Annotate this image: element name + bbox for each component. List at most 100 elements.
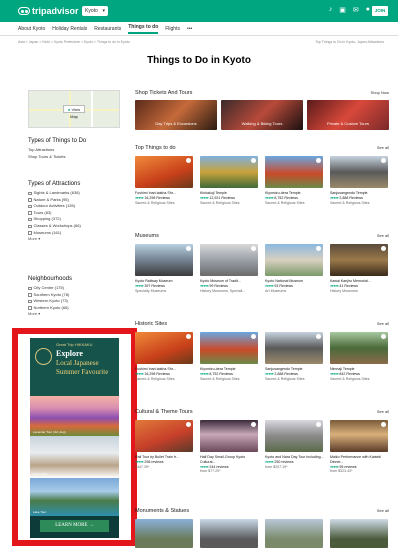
- heart-icon[interactable]: [316, 334, 321, 339]
- card-image[interactable]: [200, 332, 258, 364]
- breadcrumb-trail[interactable]: Asia > Japan > Kinki > Kyoto Prefecture …: [18, 40, 130, 44]
- heart-icon[interactable]: [251, 246, 256, 251]
- city-dropdown[interactable]: Kyoto ▾: [82, 6, 108, 16]
- card-image[interactable]: [200, 420, 258, 452]
- attraction-card[interactable]: Fushimi Inari-taisha Shr... ●●●●● 16,298 …: [135, 367, 195, 381]
- attraction-card[interactable]: Kinkakuji Temple ●●●●● 12,921 Reviews Sacr…: [200, 191, 260, 205]
- nav-item-holiday-rentals[interactable]: Holiday Rentals: [52, 26, 87, 32]
- heart-icon[interactable]: [251, 334, 256, 339]
- card-image[interactable]: [265, 519, 323, 548]
- heart-icon[interactable]: [316, 158, 321, 163]
- tour-card[interactable]: Maiko Performance with Kaiseki Dinner...…: [330, 455, 390, 474]
- card-image[interactable]: [330, 156, 388, 188]
- card-image[interactable]: [265, 420, 323, 452]
- see-all-link[interactable]: See all: [377, 321, 389, 327]
- card-image[interactable]: [200, 244, 258, 276]
- attraction-filter[interactable]: Shopping (372): [28, 216, 123, 223]
- suitcase-icon[interactable]: ▣: [339, 6, 346, 14]
- type-item[interactable]: Shop Tours & Tickets: [28, 154, 123, 161]
- tile-private-tours[interactable]: Private & Custom Tours: [307, 100, 389, 130]
- shop-now-link[interactable]: Shop Now: [371, 90, 389, 96]
- tour-card[interactable]: Half Day Small-Group Kyoto Cultural... ●●…: [200, 455, 260, 474]
- card-image[interactable]: [265, 156, 323, 188]
- map-thumbnail[interactable]: ● View Map: [28, 90, 120, 128]
- attraction-filter[interactable]: Sights & Landmarks (638): [28, 190, 123, 197]
- card-image[interactable]: [135, 332, 193, 364]
- mail-icon[interactable]: ✉: [353, 6, 359, 14]
- heart-icon[interactable]: [381, 246, 386, 251]
- checkbox[interactable]: [28, 224, 32, 229]
- advertisement-banner[interactable]: Great Trip HIKKAKU Explore Local Japanes…: [30, 338, 119, 538]
- checkbox[interactable]: [28, 293, 32, 297]
- heart-icon[interactable]: [381, 334, 386, 339]
- card-image[interactable]: [200, 156, 258, 188]
- neighbourhood-filter[interactable]: Northern Kyoto (66): [28, 305, 123, 312]
- card-image[interactable]: [135, 519, 193, 548]
- card-image[interactable]: [135, 156, 193, 188]
- neighbourhood-filter[interactable]: Western Kyoto (73): [28, 298, 123, 305]
- tour-card[interactable]: Rail Tour by Bullet Train fr... ●●●●● 298…: [135, 455, 195, 469]
- checkbox[interactable]: [28, 286, 32, 291]
- attraction-filter[interactable]: Museums (161): [28, 230, 123, 237]
- heart-icon[interactable]: [316, 422, 321, 427]
- attraction-filter[interactable]: Outdoor Activities (135): [28, 203, 123, 210]
- nav-item-flights[interactable]: Flights: [165, 26, 180, 32]
- heart-icon[interactable]: [186, 246, 191, 251]
- see-all-link[interactable]: See all: [377, 145, 389, 151]
- tile-day-trips[interactable]: Day Trips & Excursions: [135, 100, 217, 130]
- checkbox[interactable]: [28, 211, 32, 215]
- heart-icon[interactable]: [381, 158, 386, 163]
- checkbox[interactable]: [28, 231, 32, 235]
- see-all-link[interactable]: See all: [377, 508, 389, 514]
- card-image[interactable]: [265, 332, 323, 364]
- heart-icon[interactable]: [186, 158, 191, 163]
- attraction-card[interactable]: Fushimi Inari-taisha Shr... ●●●●● 16,298 …: [135, 191, 195, 205]
- see-all-link[interactable]: See all: [377, 233, 389, 239]
- learn-more-button[interactable]: LEARN MORE →: [40, 520, 109, 532]
- heart-icon[interactable]: [186, 334, 191, 339]
- card-image[interactable]: [135, 244, 193, 276]
- checkbox[interactable]: [28, 306, 32, 310]
- nav-item-things-to-do[interactable]: Things to do: [128, 24, 159, 34]
- heart-icon[interactable]: [251, 422, 256, 427]
- attraction-card[interactable]: Kiyomizu-dera Temple ●●●●● 8,752 Reviews S…: [200, 367, 260, 381]
- attraction-card[interactable]: Kyoto Railway Museum ●●●●● 397 Reviews Spe…: [135, 279, 195, 293]
- heart-icon[interactable]: [316, 246, 321, 251]
- card-image[interactable]: [330, 244, 388, 276]
- card-image[interactable]: [200, 519, 258, 548]
- user-icon[interactable]: ●: [366, 6, 370, 14]
- card-image[interactable]: [265, 244, 323, 276]
- attraction-filter[interactable]: Classes & Workshops (66): [28, 223, 123, 230]
- checkbox[interactable]: [28, 191, 32, 196]
- heart-icon[interactable]: [381, 422, 386, 427]
- bell-icon[interactable]: ♪: [329, 6, 333, 14]
- heart-icon[interactable]: [186, 422, 191, 427]
- card-image[interactable]: [330, 519, 388, 548]
- neighbourhood-filter[interactable]: City Centre (175): [28, 285, 123, 292]
- neighbourhood-filter[interactable]: Southern Kyoto (78): [28, 292, 123, 299]
- attraction-card[interactable]: Kiyomizu-dera Temple ●●●●● 8,752 Reviews S…: [265, 191, 325, 205]
- nav-more-icon[interactable]: •••: [187, 26, 192, 32]
- checkbox[interactable]: [28, 299, 32, 304]
- nav-item-restaurants[interactable]: Restaurants: [94, 26, 121, 32]
- join-button[interactable]: JOIN: [372, 6, 388, 16]
- nav-item-about[interactable]: About Kyoto: [18, 26, 45, 32]
- view-map-button[interactable]: ● View Map: [63, 105, 85, 119]
- attraction-card[interactable]: Sanjusangendo Temple ●●●●● 2,888 Reviews S…: [265, 367, 325, 381]
- attraction-card[interactable]: Kyoto National Museum ●●●●● 93 Reviews Art…: [265, 279, 325, 293]
- checkbox[interactable]: [28, 217, 32, 222]
- type-item[interactable]: Top Attractions: [28, 147, 123, 154]
- more-link[interactable]: More ▾: [28, 236, 123, 241]
- see-all-link[interactable]: See all: [377, 409, 389, 415]
- checkbox[interactable]: [28, 204, 32, 209]
- heart-icon[interactable]: [251, 158, 256, 163]
- tour-card[interactable]: Kyoto and Nara Day Tour Including... ●●●●…: [265, 455, 325, 469]
- tripadvisor-logo[interactable]: tripadvisor: [18, 5, 79, 17]
- attraction-card[interactable]: Kyoto Museum of Tradit... ●●●●● 99 Review…: [200, 279, 260, 293]
- attraction-filter[interactable]: Nature & Parks (95): [28, 197, 123, 204]
- card-image[interactable]: [330, 332, 388, 364]
- more-link[interactable]: More ▾: [28, 311, 123, 316]
- checkbox[interactable]: [28, 198, 32, 202]
- attraction-filter[interactable]: Tours (83): [28, 210, 123, 217]
- tile-walking-tours[interactable]: Walking & Biking Tours: [221, 100, 303, 130]
